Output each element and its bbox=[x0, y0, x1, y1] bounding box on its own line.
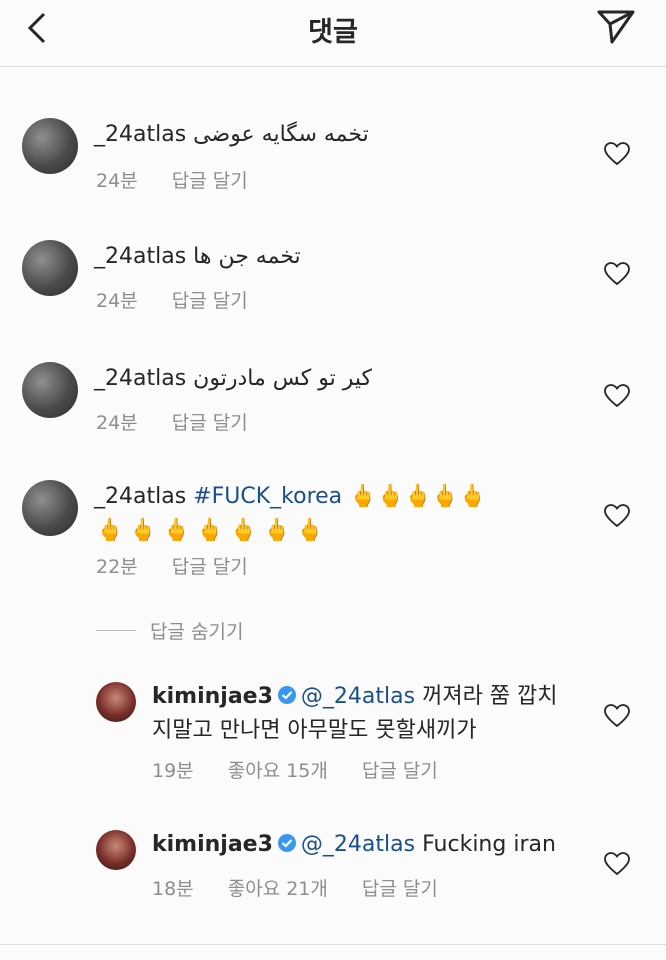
comment-time: 22분 bbox=[96, 556, 138, 578]
avatar[interactable] bbox=[96, 830, 136, 870]
hide-replies-button[interactable]: 답글 숨기기 bbox=[150, 617, 243, 644]
comment-username[interactable]: _24atlas bbox=[94, 484, 186, 509]
hashtag-link[interactable]: #FUCK_korea bbox=[193, 484, 342, 509]
likes-count[interactable]: 좋아요 15개 bbox=[228, 760, 328, 782]
comment-time: 24분 bbox=[96, 290, 138, 312]
reply-button[interactable]: 답글 달기 bbox=[172, 170, 248, 192]
comment-text: کیر تو کس مادرتون bbox=[193, 366, 372, 391]
reply-text: Fucking iran bbox=[422, 832, 556, 857]
heart-icon[interactable] bbox=[604, 142, 630, 166]
reply-username[interactable]: kiminjae3 bbox=[152, 832, 273, 857]
comment-text: تخمه جن ها bbox=[193, 244, 301, 269]
reply-button[interactable]: 답글 달기 bbox=[172, 556, 248, 578]
mention-link[interactable]: @_24atlas bbox=[301, 684, 415, 709]
top-bar: 댓글 bbox=[0, 0, 666, 67]
reply-time: 18분 bbox=[152, 878, 194, 900]
comment-username[interactable]: _24atlas bbox=[94, 366, 186, 391]
comment-text: تخمه سگایه عوضی bbox=[193, 122, 369, 147]
divider bbox=[0, 944, 666, 945]
reply-button[interactable]: 답글 달기 bbox=[362, 878, 438, 900]
avatar[interactable] bbox=[96, 682, 136, 722]
mention-link[interactable]: @_24atlas bbox=[301, 832, 415, 857]
likes-count[interactable]: 좋아요 21개 bbox=[228, 878, 328, 900]
send-icon[interactable] bbox=[596, 6, 636, 46]
avatar[interactable] bbox=[22, 362, 78, 418]
heart-icon[interactable] bbox=[604, 504, 630, 528]
comment-time: 24분 bbox=[96, 412, 138, 434]
comment-username[interactable]: _24atlas bbox=[94, 122, 186, 147]
reply-username[interactable]: kiminjae3 bbox=[152, 684, 273, 709]
reply-time: 19분 bbox=[152, 760, 194, 782]
reply-button[interactable]: 답글 달기 bbox=[172, 290, 248, 312]
comment-username[interactable]: _24atlas bbox=[94, 244, 186, 269]
heart-icon[interactable] bbox=[604, 262, 630, 286]
heart-icon[interactable] bbox=[604, 704, 630, 728]
avatar[interactable] bbox=[22, 240, 78, 296]
verified-badge-icon bbox=[277, 834, 296, 852]
comment-time: 24분 bbox=[96, 170, 138, 192]
reply-text: 꺼져라 쭘 깝치 bbox=[422, 684, 558, 709]
reply-button[interactable]: 답글 달기 bbox=[362, 760, 438, 782]
heart-icon[interactable] bbox=[604, 384, 630, 408]
divider bbox=[96, 630, 136, 631]
avatar[interactable] bbox=[22, 118, 78, 174]
avatar[interactable] bbox=[22, 480, 78, 536]
verified-badge-icon bbox=[277, 686, 296, 704]
emoji-text: 🖕🖕🖕🖕🖕 bbox=[349, 484, 487, 509]
heart-icon[interactable] bbox=[604, 852, 630, 876]
page-title: 댓글 bbox=[308, 17, 358, 48]
emoji-text: 🖕🖕🖕🖕🖕🖕🖕 bbox=[96, 518, 330, 543]
reply-button[interactable]: 답글 달기 bbox=[172, 412, 248, 434]
reply-text: 지말고 만나면 아무말도 못할새끼가 bbox=[152, 718, 477, 743]
